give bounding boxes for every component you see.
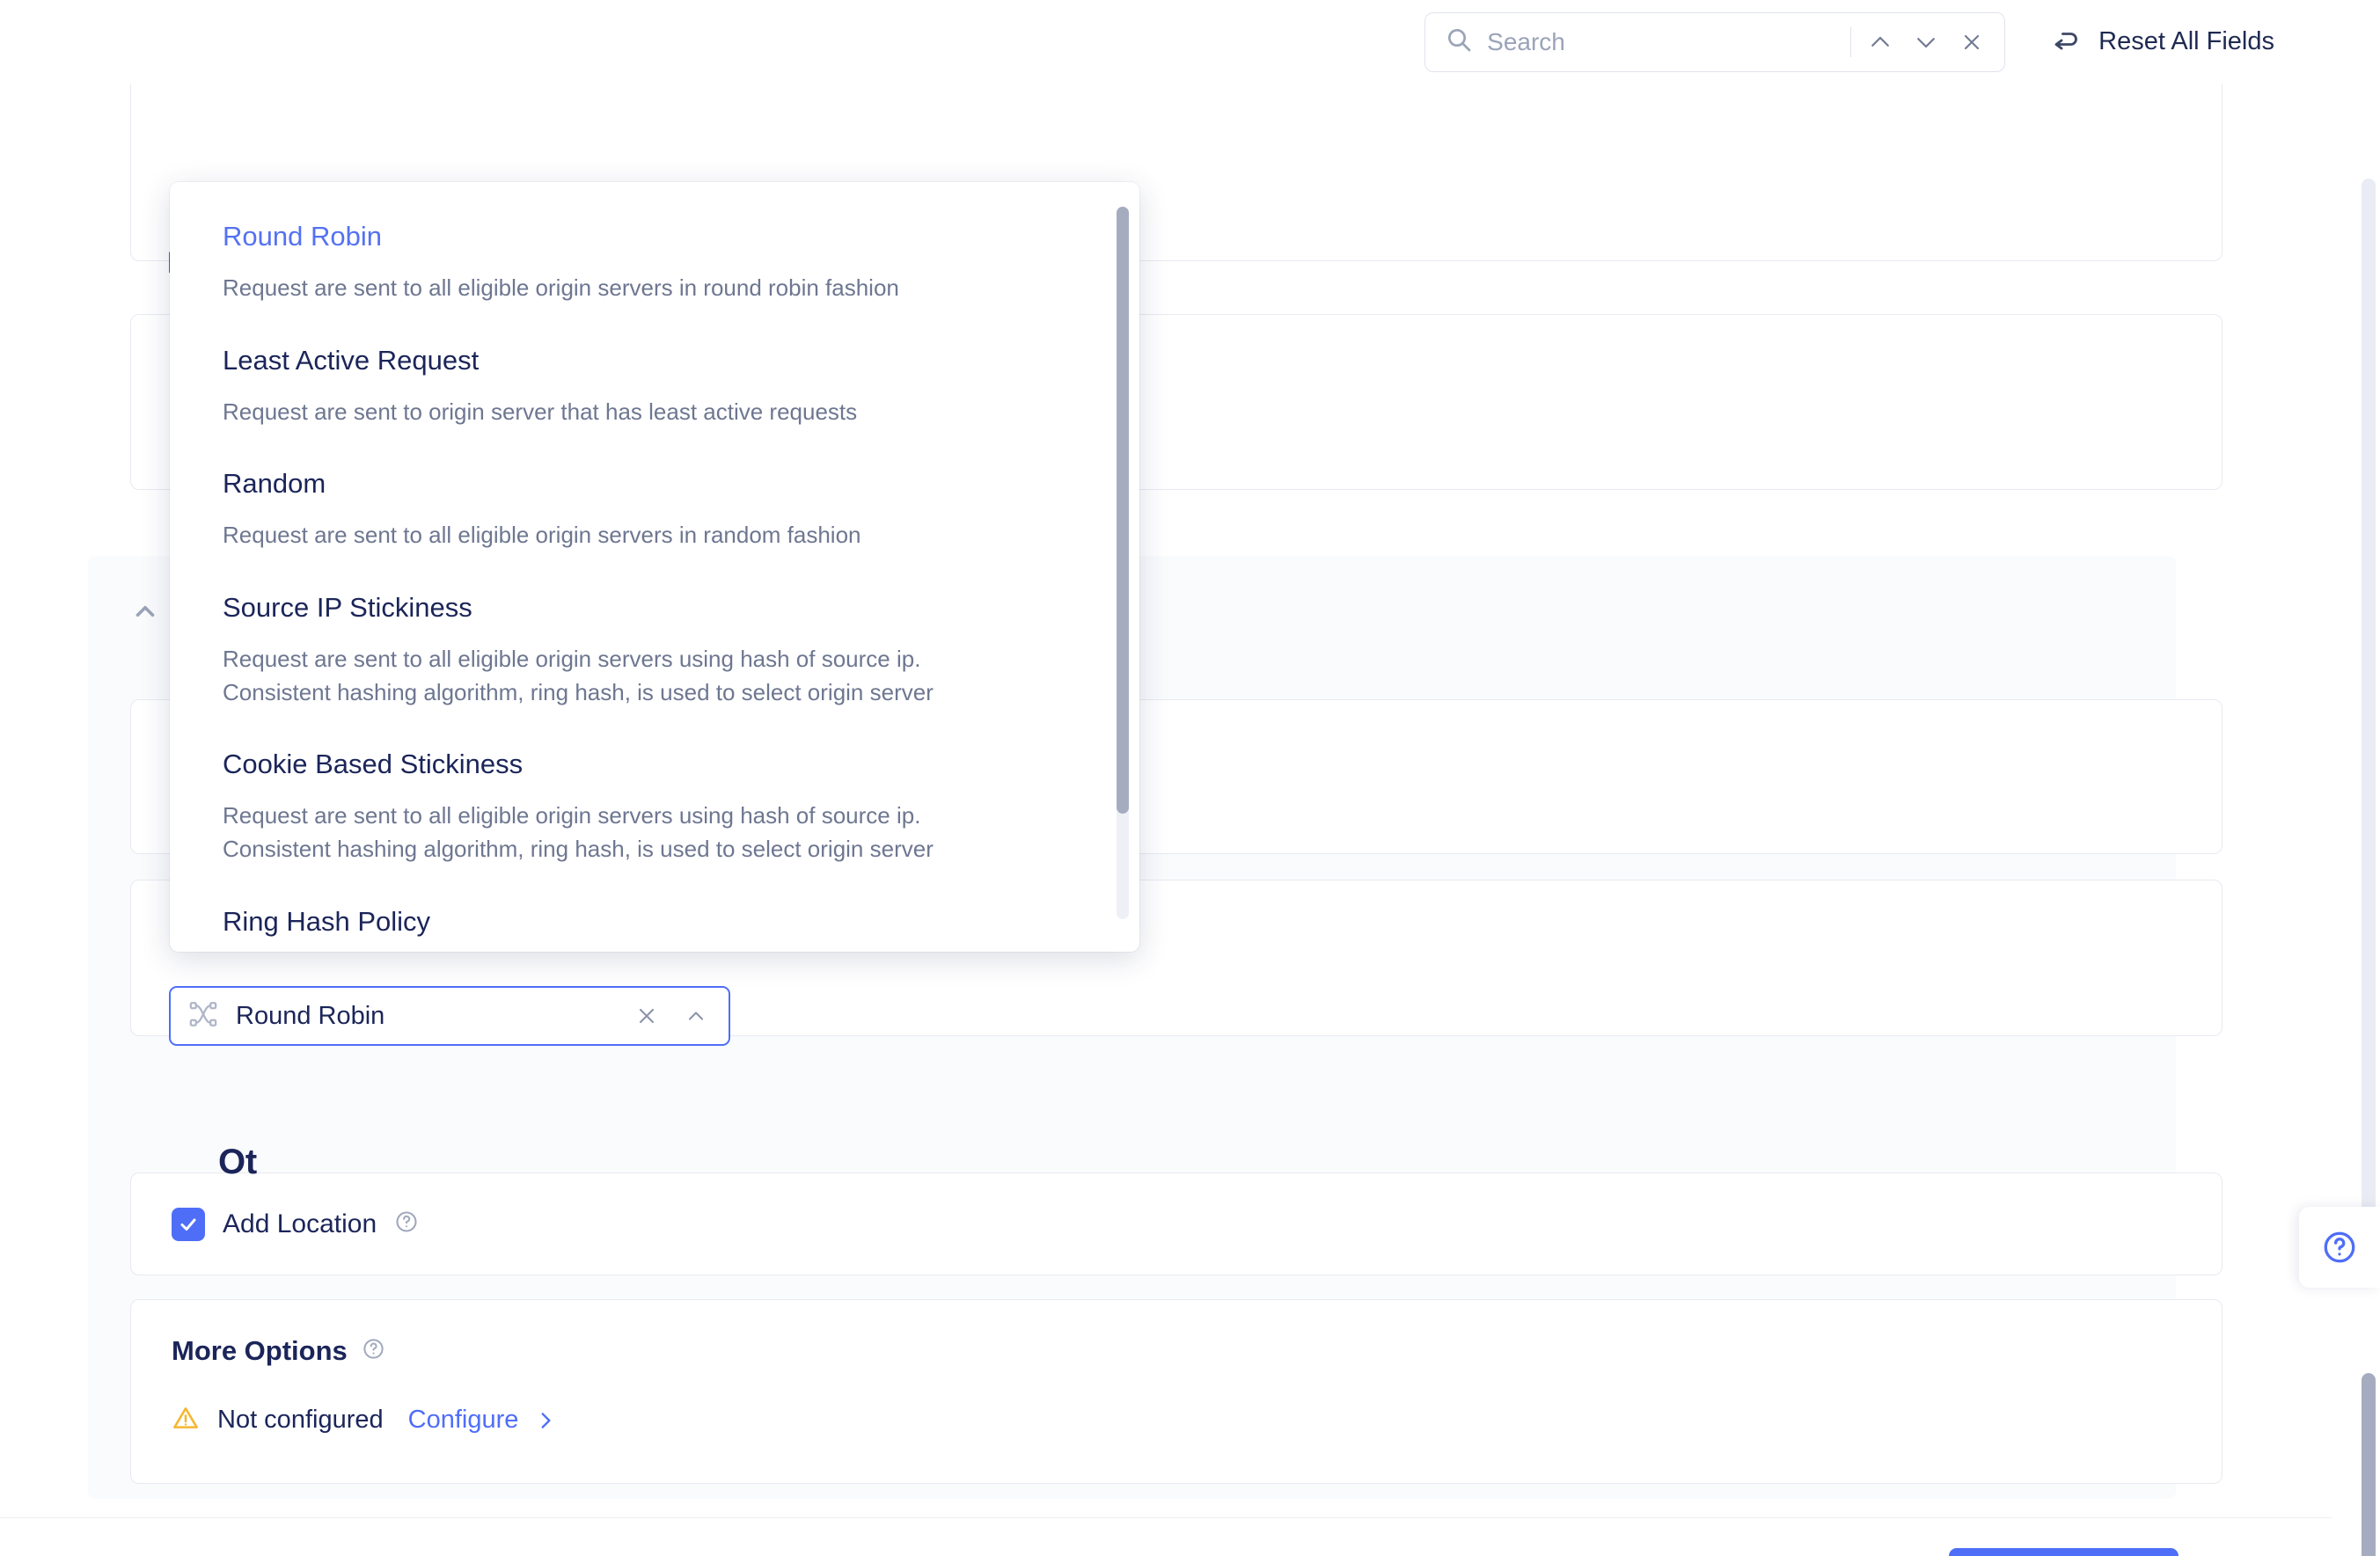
warning-triangle-icon — [172, 1404, 200, 1436]
top-toolbar: Reset All Fields — [0, 0, 2380, 84]
dropdown-option[interactable]: Least Active Request Request are sent to … — [170, 345, 1139, 429]
dropdown-options-list: Round Robin Request are sent to all eligi… — [170, 182, 1139, 952]
search-input[interactable] — [1487, 27, 1842, 56]
dropdown-option[interactable]: Cookie Based Stickiness Request are sent … — [170, 749, 1139, 866]
load-balancer-icon — [188, 999, 218, 1034]
dropdown-option-title[interactable]: Cookie Based Stickiness — [223, 749, 1085, 780]
chevron-right-icon — [541, 1412, 551, 1428]
dropdown-option-description: Request are sent to all eligible origin … — [223, 643, 1085, 709]
search-nav-group — [1865, 27, 1992, 57]
dropdown-option-title[interactable]: Source IP Stickiness — [223, 592, 1085, 624]
dropdown-option-description: Request are sent to all eligible origin … — [223, 272, 1085, 305]
add-location-help-icon[interactable] — [394, 1209, 419, 1238]
dropdown-option-title[interactable]: Ring Hash Policy — [223, 906, 1085, 938]
load-balancing-selected-value: Round Robin — [236, 1001, 385, 1030]
reset-all-fields-label: Reset All Fields — [2098, 27, 2274, 55]
dropdown-option-title[interactable]: Random — [223, 468, 1085, 500]
dropdown-option-description: Request are sent to all eligible origin … — [223, 519, 1085, 552]
dropdown-option-description-line: Request are sent to all eligible origin … — [223, 802, 921, 829]
select-toggle-button[interactable] — [681, 1001, 711, 1031]
page-scrollbar-thumb[interactable] — [2362, 1373, 2376, 1556]
more-options-title: More Options — [172, 1335, 348, 1366]
dropdown-scrollbar-track[interactable] — [1117, 207, 1129, 919]
dropdown-option-description-line: Request are sent to all eligible origin … — [223, 274, 899, 301]
search-box[interactable] — [1424, 11, 2006, 72]
configure-link[interactable]: Configure — [408, 1406, 558, 1435]
page-scrollbar-upper-region — [2362, 179, 2376, 1256]
dropdown-option[interactable]: Source IP Stickiness Request are sent to … — [170, 592, 1139, 709]
dropdown-option-description-line: Consistent hashing algorithm, ring hash,… — [223, 678, 934, 705]
search-close-button[interactable] — [1957, 27, 1987, 57]
dropdown-option[interactable]: Random Request are sent to all eligible o… — [170, 468, 1139, 552]
search-prev-button[interactable] — [1865, 27, 1895, 57]
select-actions — [632, 1001, 716, 1031]
dropdown-option-title[interactable]: Least Active Request — [223, 345, 1085, 376]
reset-all-fields-button[interactable]: Reset All Fields — [2051, 25, 2274, 59]
search-icon — [1445, 26, 1473, 58]
more-options-title-row: More Options — [172, 1335, 2181, 1367]
load-balancing-dropdown: Round Robin Request are sent to all eligi… — [170, 182, 1139, 952]
configure-label: Configure — [407, 1406, 519, 1434]
dropdown-option-description: Request are sent to all eligible origin … — [223, 800, 1085, 866]
save-and-exit-button[interactable]: Save and Exit — [1948, 1548, 2179, 1556]
other-section-title: Ot — [218, 1143, 257, 1181]
page-scrollbar-track[interactable] — [2357, 84, 2380, 1556]
dropdown-option-title[interactable]: Round Robin — [223, 221, 1085, 252]
help-circle-icon — [2324, 1231, 2355, 1263]
form-footer: Save and Exit — [0, 1517, 2332, 1556]
dropdown-option-description-line: Request are sent to all eligible origin … — [223, 646, 921, 673]
dropdown-option-description-line: Consistent hashing algorithm, ring hash,… — [223, 836, 934, 863]
help-fab-button[interactable] — [2299, 1207, 2380, 1288]
card-more-options: More Options Not configured Configure — [130, 1299, 2223, 1484]
select-clear-button[interactable] — [632, 1001, 662, 1031]
add-location-label: Add Location — [223, 1209, 377, 1238]
dropdown-scrollbar-thumb[interactable] — [1117, 207, 1129, 814]
dropdown-option[interactable]: Round Robin Request are sent to all eligi… — [170, 221, 1139, 305]
search-next-button[interactable] — [1911, 27, 1941, 57]
load-balancing-select[interactable]: Round Robin — [169, 986, 730, 1046]
other-section-title-clip: Ot — [218, 1143, 264, 1182]
dropdown-option-description: Request are sent to origin server that h… — [223, 396, 1085, 429]
reset-arrow-icon — [2051, 25, 2083, 59]
dropdown-option-description-line: Request are sent to all eligible origin … — [223, 522, 861, 549]
section-collapse-button[interactable] — [130, 596, 160, 626]
page-root: Reset All Fields DDoS Mitigation Rules O… — [0, 0, 2380, 1556]
card-add-location: Add Location — [130, 1172, 2223, 1275]
search-divider — [1849, 26, 1852, 57]
more-options-help-icon[interactable] — [362, 1337, 385, 1365]
dropdown-option[interactable]: Ring Hash PolicyRequest are sent to all … — [170, 906, 1139, 952]
load-balancing-select-wrap: Round Robin — [169, 986, 730, 1046]
more-options-status-row: Not configured Configure — [172, 1404, 2181, 1436]
more-options-status: Not configured — [217, 1406, 384, 1434]
add-location-checkbox[interactable] — [172, 1207, 205, 1241]
dropdown-option-description-line: Request are sent to origin server that h… — [223, 398, 858, 425]
